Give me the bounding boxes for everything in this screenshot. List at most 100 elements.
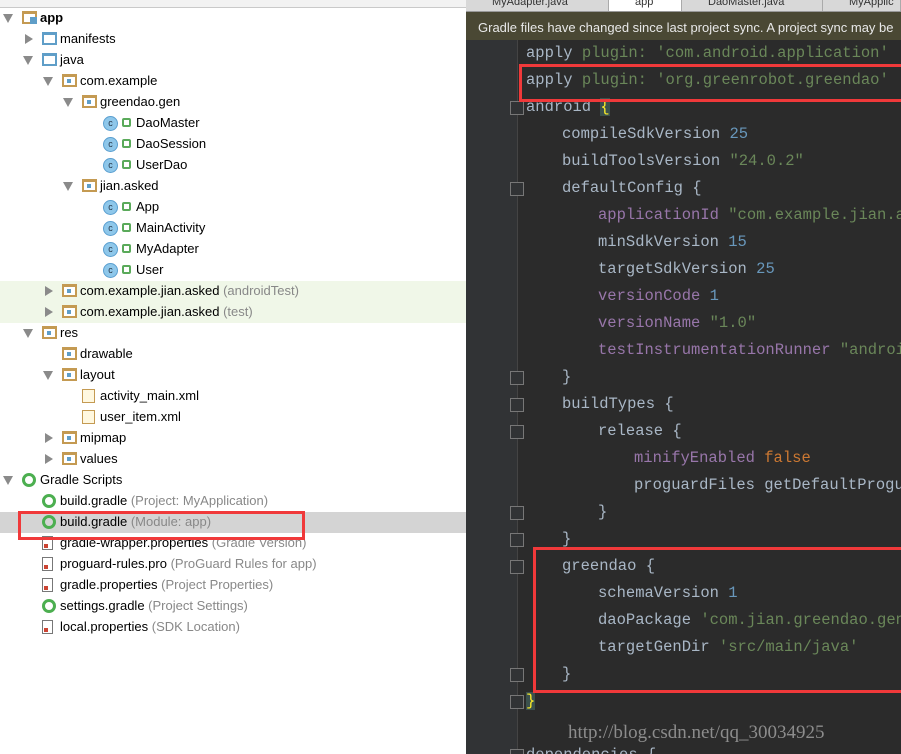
code-line[interactable]: minSdkVersion 15 [598, 229, 747, 256]
collapse-arrow-icon[interactable] [63, 98, 73, 107]
tree-item[interactable]: res [0, 323, 466, 344]
fold-marker-icon[interactable] [510, 398, 524, 412]
tree-item[interactable]: mipmap [0, 428, 466, 449]
public-lock-icon [122, 202, 131, 211]
tree-item[interactable]: settings.gradle (Project Settings) [0, 596, 466, 617]
code-line[interactable]: apply plugin: 'com.android.application' [526, 40, 889, 67]
code-line[interactable]: defaultConfig { [562, 175, 702, 202]
fold-marker-icon[interactable] [510, 101, 524, 115]
code-line[interactable]: release { [598, 418, 682, 445]
tree-item[interactable]: app [0, 8, 466, 29]
code-token: apply [526, 44, 582, 62]
collapse-arrow-icon[interactable] [3, 476, 13, 485]
collapse-arrow-icon[interactable] [23, 56, 33, 65]
tree-item[interactable]: c MyAdapter [0, 239, 466, 260]
code-token: testInstrumentationRunner [598, 341, 840, 359]
code-line[interactable]: minifyEnabled false [634, 445, 811, 472]
tree-item[interactable]: greendao.gen [0, 92, 466, 113]
fold-marker-icon[interactable] [510, 182, 524, 196]
editor-tab[interactable]: DaoMaster.java [682, 0, 823, 11]
fold-marker-icon[interactable] [510, 749, 524, 754]
collapse-arrow-icon[interactable] [23, 329, 33, 338]
expand-arrow-icon[interactable] [45, 454, 53, 464]
properties-file-icon [42, 578, 53, 592]
fold-marker-icon[interactable] [510, 668, 524, 682]
fold-marker-icon[interactable] [510, 371, 524, 385]
tree-item[interactable]: com.example.jian.asked (test) [0, 302, 466, 323]
expand-arrow-icon[interactable] [25, 34, 33, 44]
package-icon [62, 284, 77, 297]
tree-item[interactable]: local.properties (SDK Location) [0, 617, 466, 638]
fold-marker-icon[interactable] [510, 695, 524, 709]
code-line[interactable]: } [562, 364, 571, 391]
code-editor[interactable]: MyAdapter.java app DaoMaster.java MyApplic … [466, 0, 901, 754]
code-token: buildToolsVersion [562, 152, 730, 170]
editor-tab[interactable]: MyAdapter.java [466, 0, 609, 11]
fold-marker-icon[interactable] [510, 560, 524, 574]
code-token: 15 [728, 233, 747, 251]
public-lock-icon [122, 223, 131, 232]
tree-item[interactable]: proguard-rules.pro (ProGuard Rules for a… [0, 554, 466, 575]
code-line[interactable]: versionCode 1 [598, 283, 719, 310]
tree-item[interactable]: jian.asked [0, 176, 466, 197]
tree-item[interactable]: user_item.xml [0, 407, 466, 428]
tree-item[interactable]: layout [0, 365, 466, 386]
code-line[interactable]: targetSdkVersion 25 [598, 256, 775, 283]
highlight-box-apply-plugin [519, 64, 901, 102]
code-line[interactable]: testInstrumentationRunner "android.suppo… [598, 337, 901, 364]
tree-item[interactable]: gradle.properties (Project Properties) [0, 575, 466, 596]
tree-item[interactable]: build.gradle (Project: MyApplication) [0, 491, 466, 512]
code-line[interactable]: buildTypes { [562, 391, 674, 418]
fold-marker-icon[interactable] [510, 533, 524, 547]
collapse-arrow-icon[interactable] [43, 77, 53, 86]
code-token: "24.0.2" [729, 152, 804, 170]
tree-item[interactable]: com.example [0, 71, 466, 92]
package-icon [82, 95, 97, 108]
editor-tab[interactable]: app [609, 0, 682, 11]
expand-arrow-icon[interactable] [45, 286, 53, 296]
tree-item[interactable]: c DaoMaster [0, 113, 466, 134]
tree-item[interactable]: com.example.jian.asked (androidTest) [0, 281, 466, 302]
code-line[interactable]: versionName "1.0" [598, 310, 756, 337]
tree-item-hint: (Project: MyApplication) [127, 493, 269, 508]
collapse-arrow-icon[interactable] [63, 182, 73, 191]
tree-item[interactable]: values [0, 449, 466, 470]
code-token: buildTypes { [562, 395, 674, 413]
tree-item[interactable]: drawable [0, 344, 466, 365]
collapse-arrow-icon[interactable] [3, 14, 13, 23]
code-line[interactable]: } [598, 499, 607, 526]
xml-file-icon [82, 410, 95, 424]
tree-item[interactable]: Gradle Scripts [0, 470, 466, 491]
watermark: http://blog.csdn.net/qq_30034925 [568, 722, 825, 743]
tree-item[interactable]: c User [0, 260, 466, 281]
code-line[interactable]: buildToolsVersion "24.0.2" [562, 148, 804, 175]
folder-icon [42, 53, 57, 66]
code-token: dependencies { [526, 746, 656, 754]
tree-item[interactable]: manifests [0, 29, 466, 50]
tree-item[interactable]: java [0, 50, 466, 71]
expand-arrow-icon[interactable] [45, 433, 53, 443]
code-line[interactable]: compileSdkVersion 25 [562, 121, 748, 148]
package-icon [62, 368, 77, 381]
tree-item-label: Gradle Scripts [40, 472, 123, 487]
tree-item-label: greendao.gen [100, 94, 181, 109]
tree-item-hint: (ProGuard Rules for app) [166, 556, 317, 571]
properties-file-icon [42, 557, 53, 571]
code-line[interactable]: applicationId "com.example.jian.asked" [598, 202, 901, 229]
tree-item-label: UserDao [136, 157, 188, 172]
collapse-arrow-icon[interactable] [43, 371, 53, 380]
expand-arrow-icon[interactable] [45, 307, 53, 317]
code-token: } [562, 530, 572, 548]
tree-item[interactable]: c App [0, 197, 466, 218]
tree-item[interactable]: c DaoSession [0, 134, 466, 155]
code-token: minifyEnabled [634, 449, 765, 467]
tree-item[interactable]: c UserDao [0, 155, 466, 176]
tree-item[interactable]: activity_main.xml [0, 386, 466, 407]
tree-item[interactable]: c MainActivity [0, 218, 466, 239]
package-icon [62, 452, 77, 465]
tree-item-label: DaoMaster [136, 115, 200, 130]
fold-marker-icon[interactable] [510, 425, 524, 439]
editor-tab[interactable]: MyApplic [823, 0, 901, 11]
code-line[interactable]: proguardFiles getDefaultProguardFile [634, 472, 901, 499]
fold-marker-icon[interactable] [510, 506, 524, 520]
